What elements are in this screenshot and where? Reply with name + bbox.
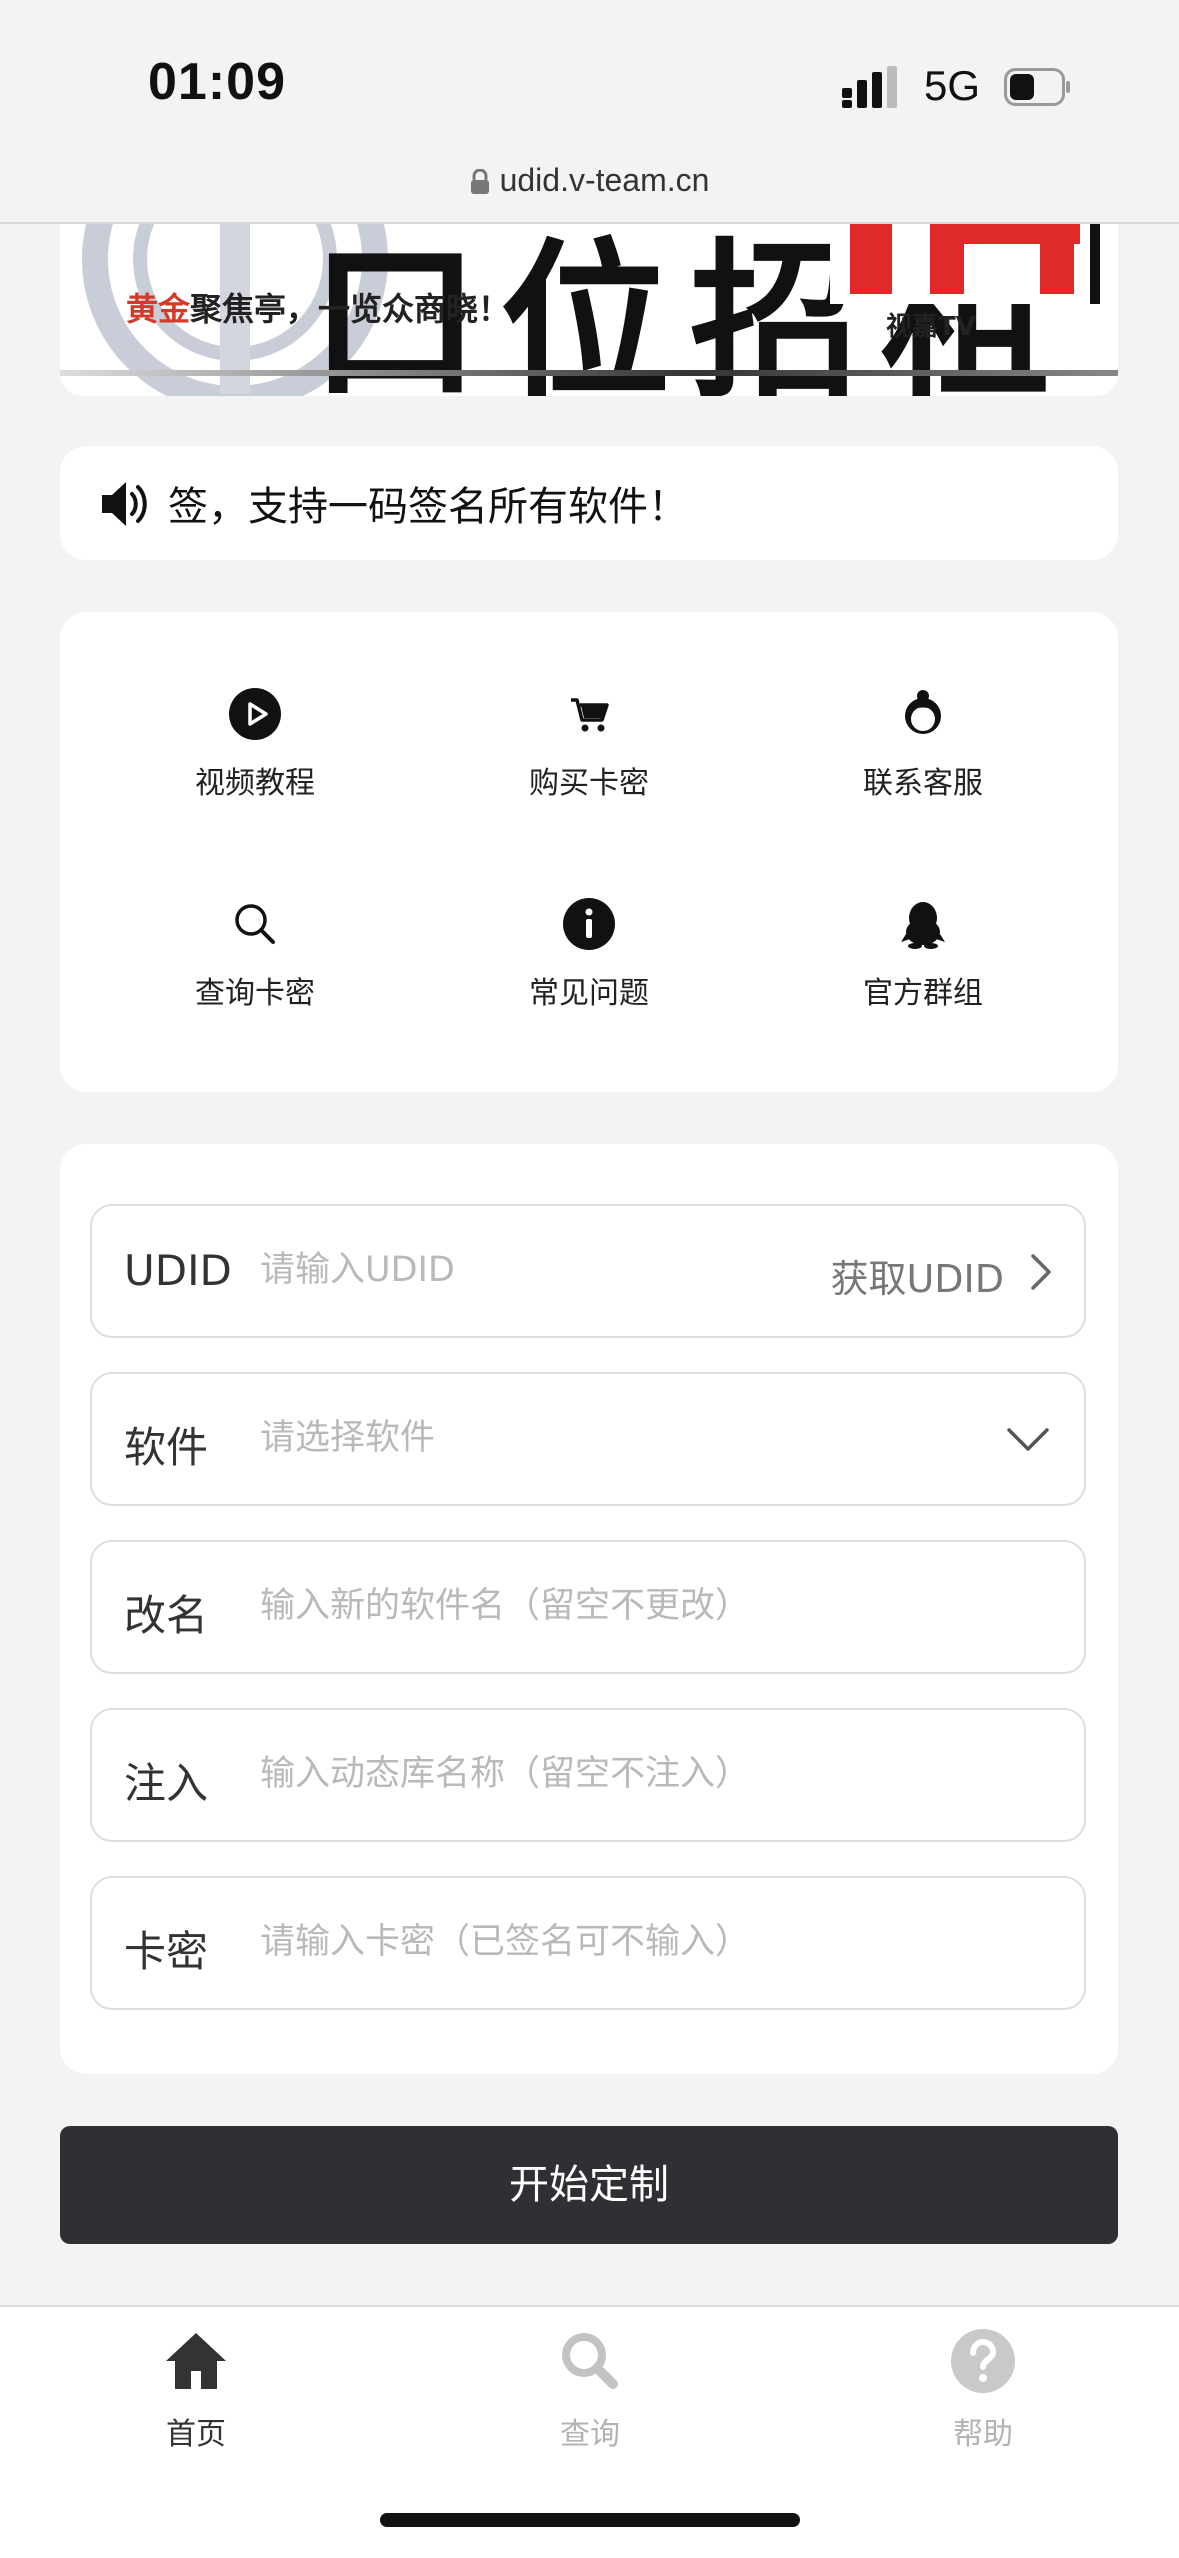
menu-buy-card[interactable]: 购买卡密 [424, 688, 754, 838]
browser-url-bar[interactable]: udid.v-team.cn [0, 150, 1179, 224]
url-display: udid.v-team.cn [0, 162, 1179, 199]
get-udid-link[interactable]: 获取UDID [830, 1248, 1004, 1303]
tab-label: 查询 [560, 2417, 620, 2452]
ad-banner[interactable]: 口位招租 黄金聚焦亭，一览众商晓！ 视嘉TV [60, 224, 1118, 396]
status-bar: 01:09 5G [0, 0, 1179, 150]
card-key-input[interactable] [260, 1914, 1040, 1970]
quick-menu: 视频教程 购买卡密 联系客服 查询卡密 常见问题 官方群组 [60, 612, 1118, 1092]
info-icon [563, 898, 615, 950]
lock-icon [470, 168, 489, 194]
tab-label: 帮助 [953, 2417, 1013, 2452]
card-key-label: 卡密 [124, 1927, 209, 1976]
inject-label: 注入 [124, 1759, 209, 1808]
menu-label: 视频教程 [195, 766, 315, 801]
tab-help[interactable]: 帮助 [883, 2327, 1083, 2453]
play-circle-icon [229, 688, 281, 740]
software-input[interactable] [260, 1410, 820, 1466]
speaker-icon [102, 482, 147, 526]
rename-input[interactable] [260, 1578, 1040, 1634]
banner-logo: 视嘉TV [886, 312, 976, 342]
tab-home[interactable]: 首页 [96, 2327, 296, 2453]
chevron-right-icon[interactable] [1028, 1252, 1054, 1292]
menu-label: 常见问题 [529, 976, 649, 1011]
status-time: 01:09 [148, 53, 286, 111]
udid-input[interactable] [260, 1242, 820, 1298]
support-agent-icon [905, 690, 941, 734]
menu-label: 购买卡密 [529, 766, 649, 801]
network-type: 5G [924, 62, 981, 109]
rename-field[interactable]: 改名 [90, 1540, 1086, 1674]
search-icon [562, 2333, 618, 2389]
software-label: 软件 [124, 1423, 209, 1472]
udid-label: UDID [124, 1246, 232, 1295]
menu-faq[interactable]: 常见问题 [424, 898, 754, 1048]
sign-form: UDID 获取UDID 软件 改名 注入 卡密 [60, 1144, 1118, 2074]
home-icon [166, 2333, 226, 2389]
menu-contact-support[interactable]: 联系客服 [758, 688, 1088, 838]
help-icon [951, 2329, 1015, 2393]
battery-icon [1004, 68, 1070, 106]
banner-divider [60, 370, 1118, 376]
udid-field[interactable]: UDID 获取UDID [90, 1204, 1086, 1338]
menu-label: 联系客服 [863, 766, 983, 801]
start-custom-button[interactable]: 开始定制 [60, 2126, 1118, 2244]
cart-icon [571, 698, 609, 732]
banner-slogan: 黄金聚焦亭，一览众商晓！ [126, 290, 511, 328]
banner-red-graphic [830, 224, 1100, 304]
chevron-down-icon[interactable] [1006, 1426, 1050, 1454]
announcement-bar: 签，支持一码签名所有软件！ [60, 446, 1118, 560]
inject-input[interactable] [260, 1746, 1040, 1802]
menu-label: 查询卡密 [195, 976, 315, 1011]
rename-label: 改名 [124, 1591, 209, 1640]
menu-video-tutorial[interactable]: 视频教程 [90, 688, 420, 838]
menu-query-card[interactable]: 查询卡密 [90, 898, 420, 1048]
cellular-signal-icon [842, 66, 897, 108]
menu-official-group[interactable]: 官方群组 [758, 898, 1088, 1048]
card-key-field[interactable]: 卡密 [90, 1876, 1086, 2010]
software-select[interactable]: 软件 [90, 1372, 1086, 1506]
qq-penguin-icon [901, 902, 945, 949]
url-text: udid.v-team.cn [499, 162, 710, 198]
home-indicator [380, 2513, 800, 2527]
search-icon [235, 904, 275, 944]
tab-query[interactable]: 查询 [490, 2327, 690, 2453]
tab-label: 首页 [166, 2417, 226, 2452]
menu-label: 官方群组 [863, 976, 983, 1011]
announcement-text: 签，支持一码签名所有软件！ [168, 484, 688, 530]
inject-field[interactable]: 注入 [90, 1708, 1086, 1842]
